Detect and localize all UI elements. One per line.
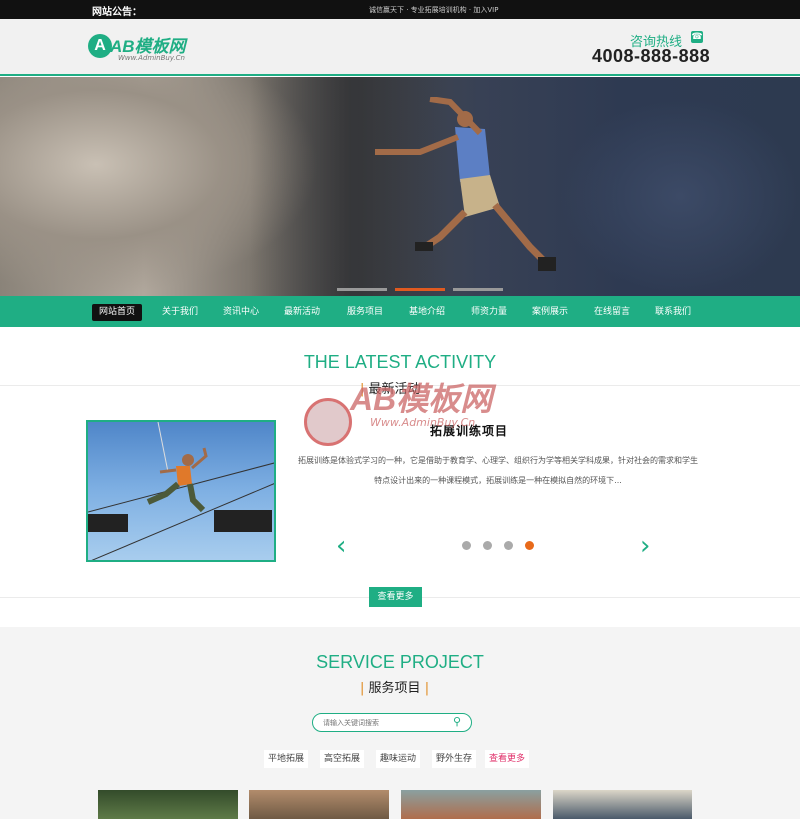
- nav-item-activities[interactable]: 最新活动: [277, 304, 327, 321]
- banner-indicator-2-active[interactable]: [395, 288, 445, 291]
- site-logo[interactable]: A AB模板网 Www.AdminBuy.Cn: [88, 32, 198, 64]
- service-cn-title-text: 服务项目: [368, 681, 421, 696]
- service-tag-survival[interactable]: 野外生存: [432, 750, 477, 768]
- service-tag-ground[interactable]: 平地拓展: [264, 750, 309, 768]
- service-more-link[interactable]: 查看更多: [485, 750, 530, 768]
- nav-item-news[interactable]: 资讯中心: [216, 304, 266, 321]
- carousel-dot-3[interactable]: [504, 541, 513, 550]
- service-thumbnail[interactable]: [249, 790, 389, 819]
- nav-item-services[interactable]: 服务项目: [340, 304, 390, 321]
- service-en-title: SERVICE PROJECT: [316, 652, 484, 672]
- service-search-input[interactable]: [323, 716, 443, 730]
- nav-item-about[interactable]: 关于我们: [155, 304, 205, 321]
- watermark-subtext: Www.AdminBuy.Cn: [370, 416, 476, 429]
- watermark-mark: [304, 398, 352, 446]
- carousel-dot-2[interactable]: [483, 541, 492, 550]
- activity-image[interactable]: [86, 420, 276, 562]
- nav-item-home[interactable]: 网站首页: [92, 304, 143, 321]
- service-tag-high[interactable]: 高空拓展: [320, 750, 365, 768]
- service-tag-fun[interactable]: 趣味运动: [376, 750, 421, 768]
- main-nav: 网站首页 关于我们 资讯中心 最新活动 服务项目 基地介绍 师资力量 案例展示 …: [0, 296, 800, 327]
- banner-indicator-1[interactable]: [337, 288, 387, 291]
- service-thumbnail[interactable]: [98, 790, 238, 819]
- service-thumbnail[interactable]: [553, 790, 692, 819]
- watermark-logo: AB模板网 Www.AdminBuy.Cn: [304, 372, 504, 446]
- banner-rock-right: [560, 97, 800, 296]
- nav-item-message[interactable]: 在线留言: [587, 304, 637, 321]
- chevron-left-icon[interactable]: ‹: [336, 533, 346, 559]
- service-cn-title: | 服务项目 |: [360, 681, 430, 696]
- activity-en-title: THE LATEST ACTIVITY: [303, 352, 497, 372]
- search-icon[interactable]: ⚲: [453, 716, 465, 728]
- service-search-box: ⚲: [312, 713, 472, 732]
- activity-description: 拓展训练是体验式学习的一种，它是借助于教育学、心理学、组织行为学等相关学科成果，…: [298, 456, 698, 485]
- carousel-dot-4-active[interactable]: [525, 541, 534, 550]
- nav-item-contact[interactable]: 联系我们: [648, 304, 698, 321]
- phone-icon: ☎: [691, 31, 703, 43]
- hero-banner[interactable]: [0, 77, 800, 296]
- carousel-dot-1[interactable]: [462, 541, 471, 550]
- banner-indicator-3[interactable]: [453, 288, 503, 291]
- hotline-number: 4008-888-888: [592, 46, 711, 66]
- watermark-text: AB模板网: [350, 381, 493, 417]
- nav-item-teachers[interactable]: 师资力量: [464, 304, 514, 321]
- service-thumbnail[interactable]: [401, 790, 541, 819]
- top-notice-bar: 网站公告： 诚信赢天下 · 专业拓展培训机构 · 加入VIP: [0, 0, 800, 19]
- nav-item-base[interactable]: 基地介绍: [402, 304, 452, 321]
- logo-subtext: Www.AdminBuy.Cn: [118, 54, 185, 62]
- notice-label: 网站公告：: [92, 7, 142, 18]
- banner-climber-image: [375, 97, 556, 271]
- nav-item-cases[interactable]: 案例展示: [525, 304, 575, 321]
- logo-mark: A: [88, 34, 112, 58]
- activity-more-button[interactable]: 查看更多: [369, 587, 422, 607]
- notice-text[interactable]: 诚信赢天下 · 专业拓展培训机构 · 加入VIP: [369, 5, 498, 15]
- site-header: A AB模板网 Www.AdminBuy.Cn 咨询热线 ☎ 4008-888-…: [0, 19, 800, 76]
- activity-photo: [88, 422, 274, 560]
- chevron-right-icon[interactable]: ›: [640, 533, 650, 559]
